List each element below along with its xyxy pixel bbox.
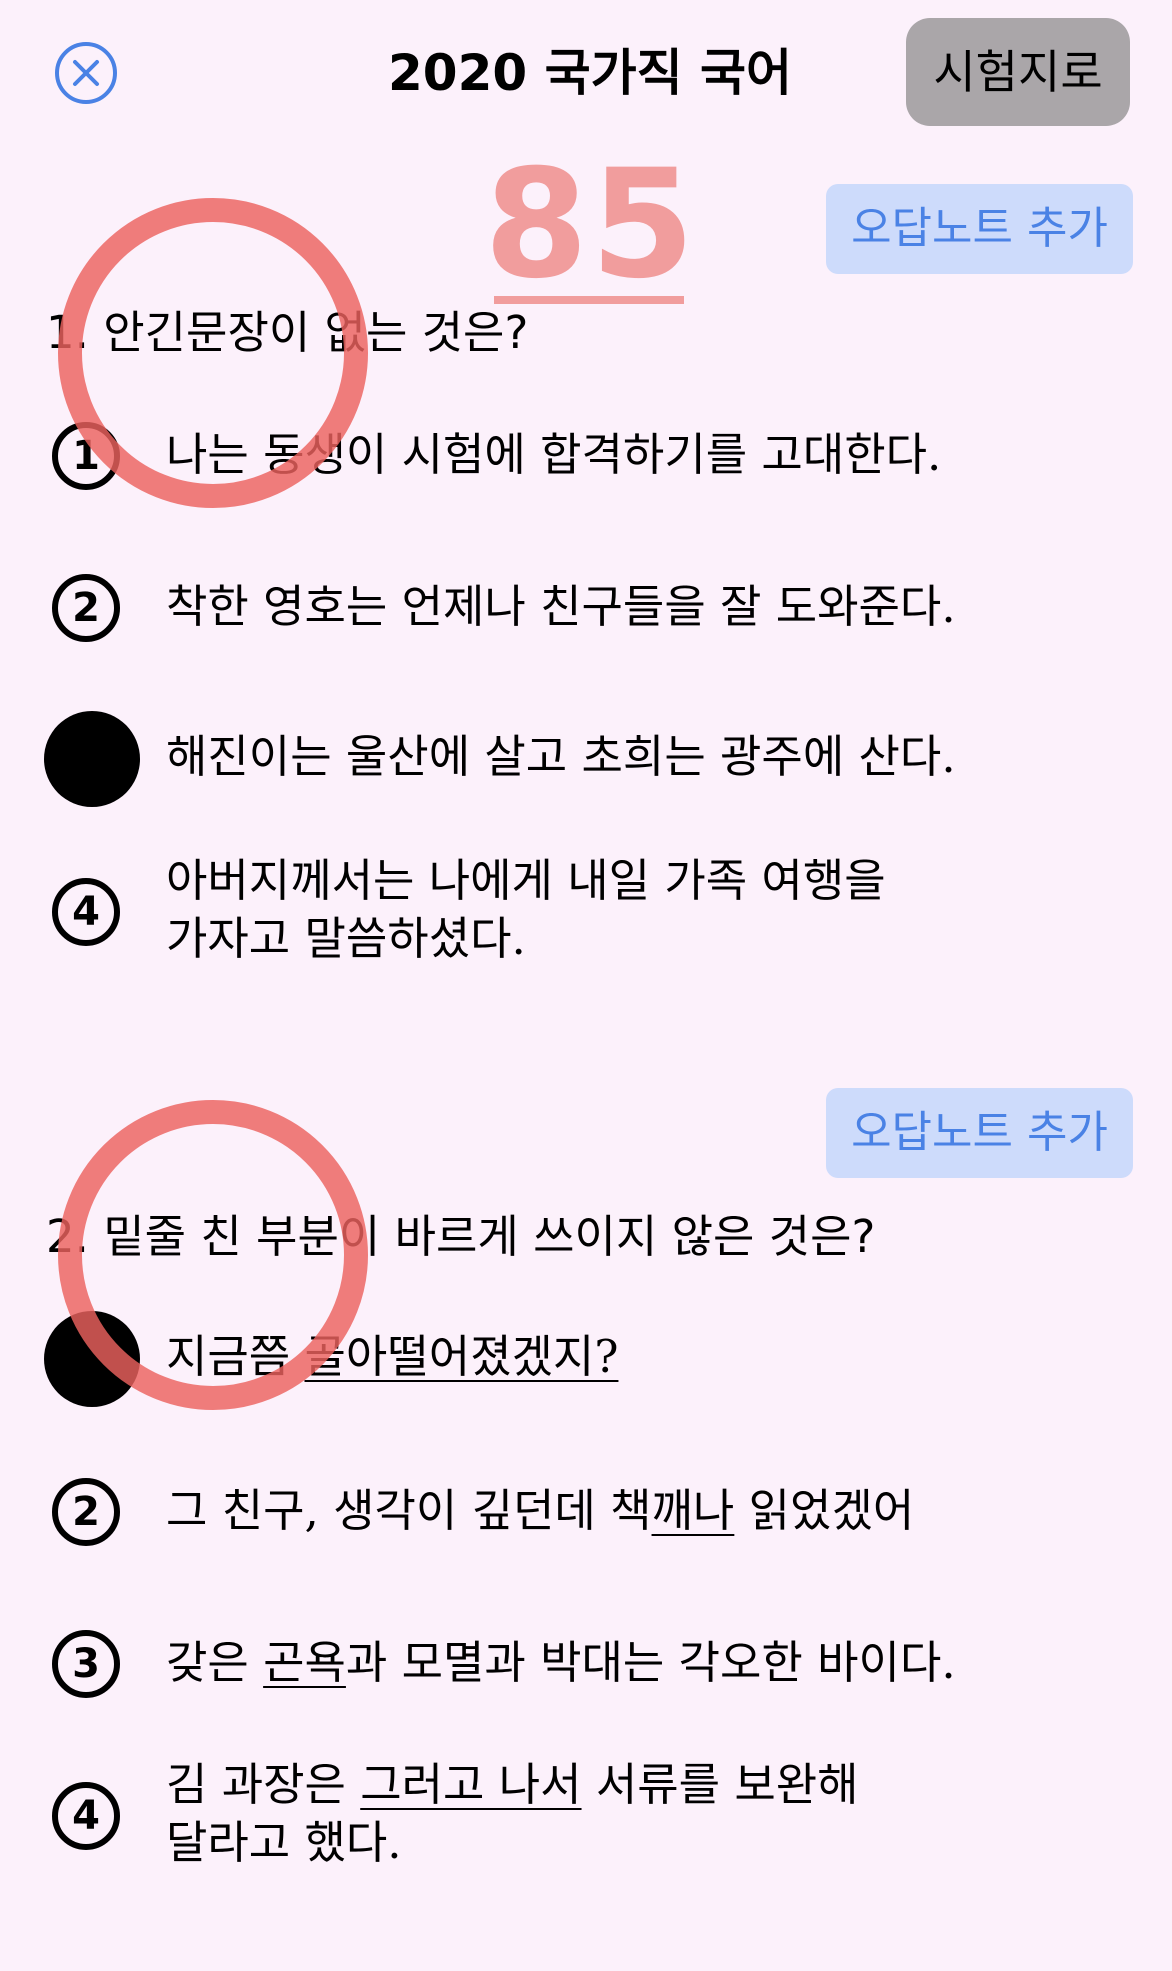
option-text-line: 달라고 했다.: [166, 1816, 402, 1869]
option-text-plain: 김 과장은: [166, 1758, 361, 1811]
option-text[interactable]: 김 과장은 그러고 나서 서류를 보완해 달라고 했다.: [166, 1756, 1066, 1872]
option-number[interactable]: 3: [52, 1630, 120, 1698]
score-value: 85: [484, 138, 697, 312]
option-underlined-text: 깨나: [651, 1484, 735, 1537]
option-text-plain: 갖은: [166, 1636, 264, 1689]
option-text[interactable]: 갖은 곤욕과 모멸과 박대는 각오한 바이다.: [166, 1634, 1066, 1692]
question-text: 안긴문장이 없는 것은?: [103, 306, 529, 359]
option-number[interactable]: 2: [52, 1478, 120, 1546]
to-exam-button[interactable]: 시험지로: [906, 18, 1130, 126]
option-text[interactable]: 그 친구, 생각이 깊던데 책깨나 읽었겠어: [166, 1482, 1066, 1540]
option-text-plain: 읽었겠어: [734, 1484, 915, 1537]
question-number: 1.: [46, 306, 89, 359]
option-underlined-text: 골아떨어졌겠지?: [304, 1330, 619, 1383]
option-text[interactable]: 나는 동생이 시험에 합격하기를 고대한다.: [166, 426, 1066, 484]
close-button[interactable]: [53, 40, 119, 106]
option-text[interactable]: 아버지께서는 나에게 내일 가족 여행을 가자고 말씀하셨다.: [166, 852, 1066, 968]
question-title: 1. 안긴문장이 없는 것은?: [46, 302, 1126, 364]
option-text-plain: 과 모멸과 박대는 각오한 바이다.: [345, 1636, 956, 1689]
option-selected-marker[interactable]: [44, 711, 140, 807]
option-text-plain: 그 친구, 생각이 깊던데 책: [166, 1484, 652, 1537]
option-text[interactable]: 해진이는 울산에 살고 초희는 광주에 산다.: [166, 728, 1066, 786]
question-number: 2.: [46, 1210, 89, 1263]
option-text-line: 가자고 말씀하셨다.: [166, 912, 526, 965]
option-number[interactable]: 1: [52, 422, 120, 490]
close-circle-icon: [55, 42, 117, 104]
option-text-plain: 서류를 보완해: [581, 1758, 859, 1811]
page-title: 2020 국가직 국어: [388, 44, 792, 102]
question-title: 2. 밑줄 친 부분이 바르게 쓰이지 않은 것은?: [46, 1206, 1126, 1268]
option-text[interactable]: 착한 영호는 언제나 친구들을 잘 도와준다.: [166, 578, 1066, 636]
question-text: 밑줄 친 부분이 바르게 쓰이지 않은 것은?: [103, 1210, 876, 1263]
option-underlined-text: 곤욕: [263, 1636, 346, 1689]
option-selected-marker[interactable]: [44, 1311, 140, 1407]
option-underlined-text: 그러고 나서: [360, 1758, 582, 1811]
option-number[interactable]: 4: [52, 1782, 120, 1850]
option-text[interactable]: 지금쯤 골아떨어졌겠지?: [166, 1328, 1066, 1386]
option-number[interactable]: 2: [52, 574, 120, 642]
add-wrong-note-button[interactable]: 오답노트 추가: [826, 184, 1133, 274]
option-text-line: 아버지께서는 나에게 내일 가족 여행을: [166, 854, 886, 907]
option-number[interactable]: 4: [52, 878, 120, 946]
option-text-plain: 지금쯤: [166, 1330, 305, 1383]
add-wrong-note-button[interactable]: 오답노트 추가: [826, 1088, 1133, 1178]
